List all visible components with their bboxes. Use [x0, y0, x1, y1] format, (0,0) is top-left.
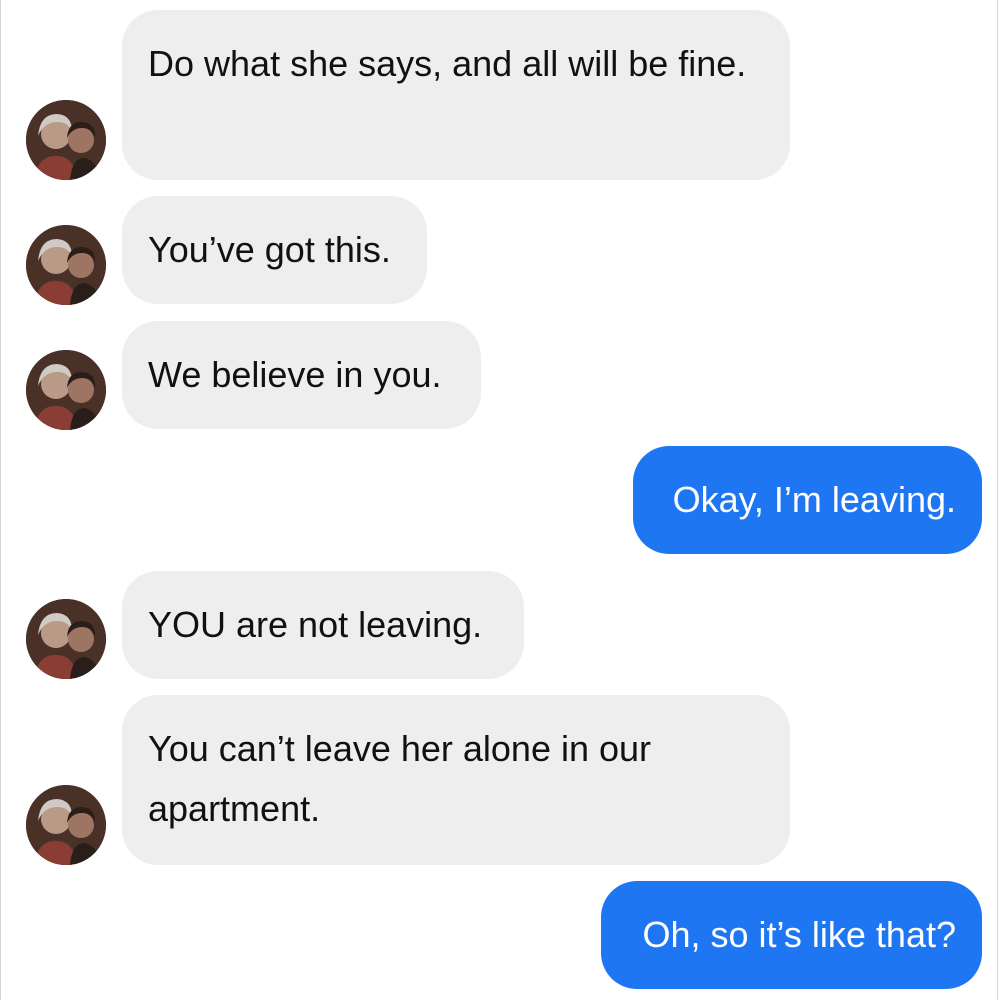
message-text: Okay, I’m leaving.: [672, 479, 956, 520]
chat-frame: Do what she says, and all will be fine. …: [0, 0, 998, 1000]
incoming-message[interactable]: YOU are not leaving.: [122, 571, 524, 679]
incoming-message[interactable]: We believe in you.: [122, 321, 481, 429]
contact-avatar[interactable]: [26, 100, 106, 180]
message-text: YOU are not leaving.: [148, 604, 483, 645]
message-text: Oh, so it’s like that?: [642, 914, 957, 955]
avatar-photo-icon: [26, 225, 106, 305]
message-text: You can’t leave her alone in our apartme…: [148, 728, 652, 829]
avatar-photo-icon: [26, 785, 106, 865]
outgoing-message[interactable]: Okay, I’m leaving.: [633, 446, 982, 554]
contact-avatar[interactable]: [26, 350, 106, 430]
message-text: You’ve got this.: [148, 229, 391, 270]
avatar-photo-icon: [26, 350, 106, 430]
contact-avatar[interactable]: [26, 785, 106, 865]
contact-avatar[interactable]: [26, 599, 106, 679]
outgoing-message[interactable]: Oh, so it’s like that?: [601, 881, 982, 989]
incoming-message[interactable]: You can’t leave her alone in our apartme…: [122, 695, 790, 865]
message-text: We believe in you.: [148, 354, 442, 395]
avatar-photo-icon: [26, 100, 106, 180]
incoming-message[interactable]: You’ve got this.: [122, 196, 427, 304]
contact-avatar[interactable]: [26, 225, 106, 305]
message-text: Do what she says, and all will be fine.: [148, 43, 747, 84]
avatar-photo-icon: [26, 599, 106, 679]
incoming-message[interactable]: Do what she says, and all will be fine.: [122, 10, 790, 180]
